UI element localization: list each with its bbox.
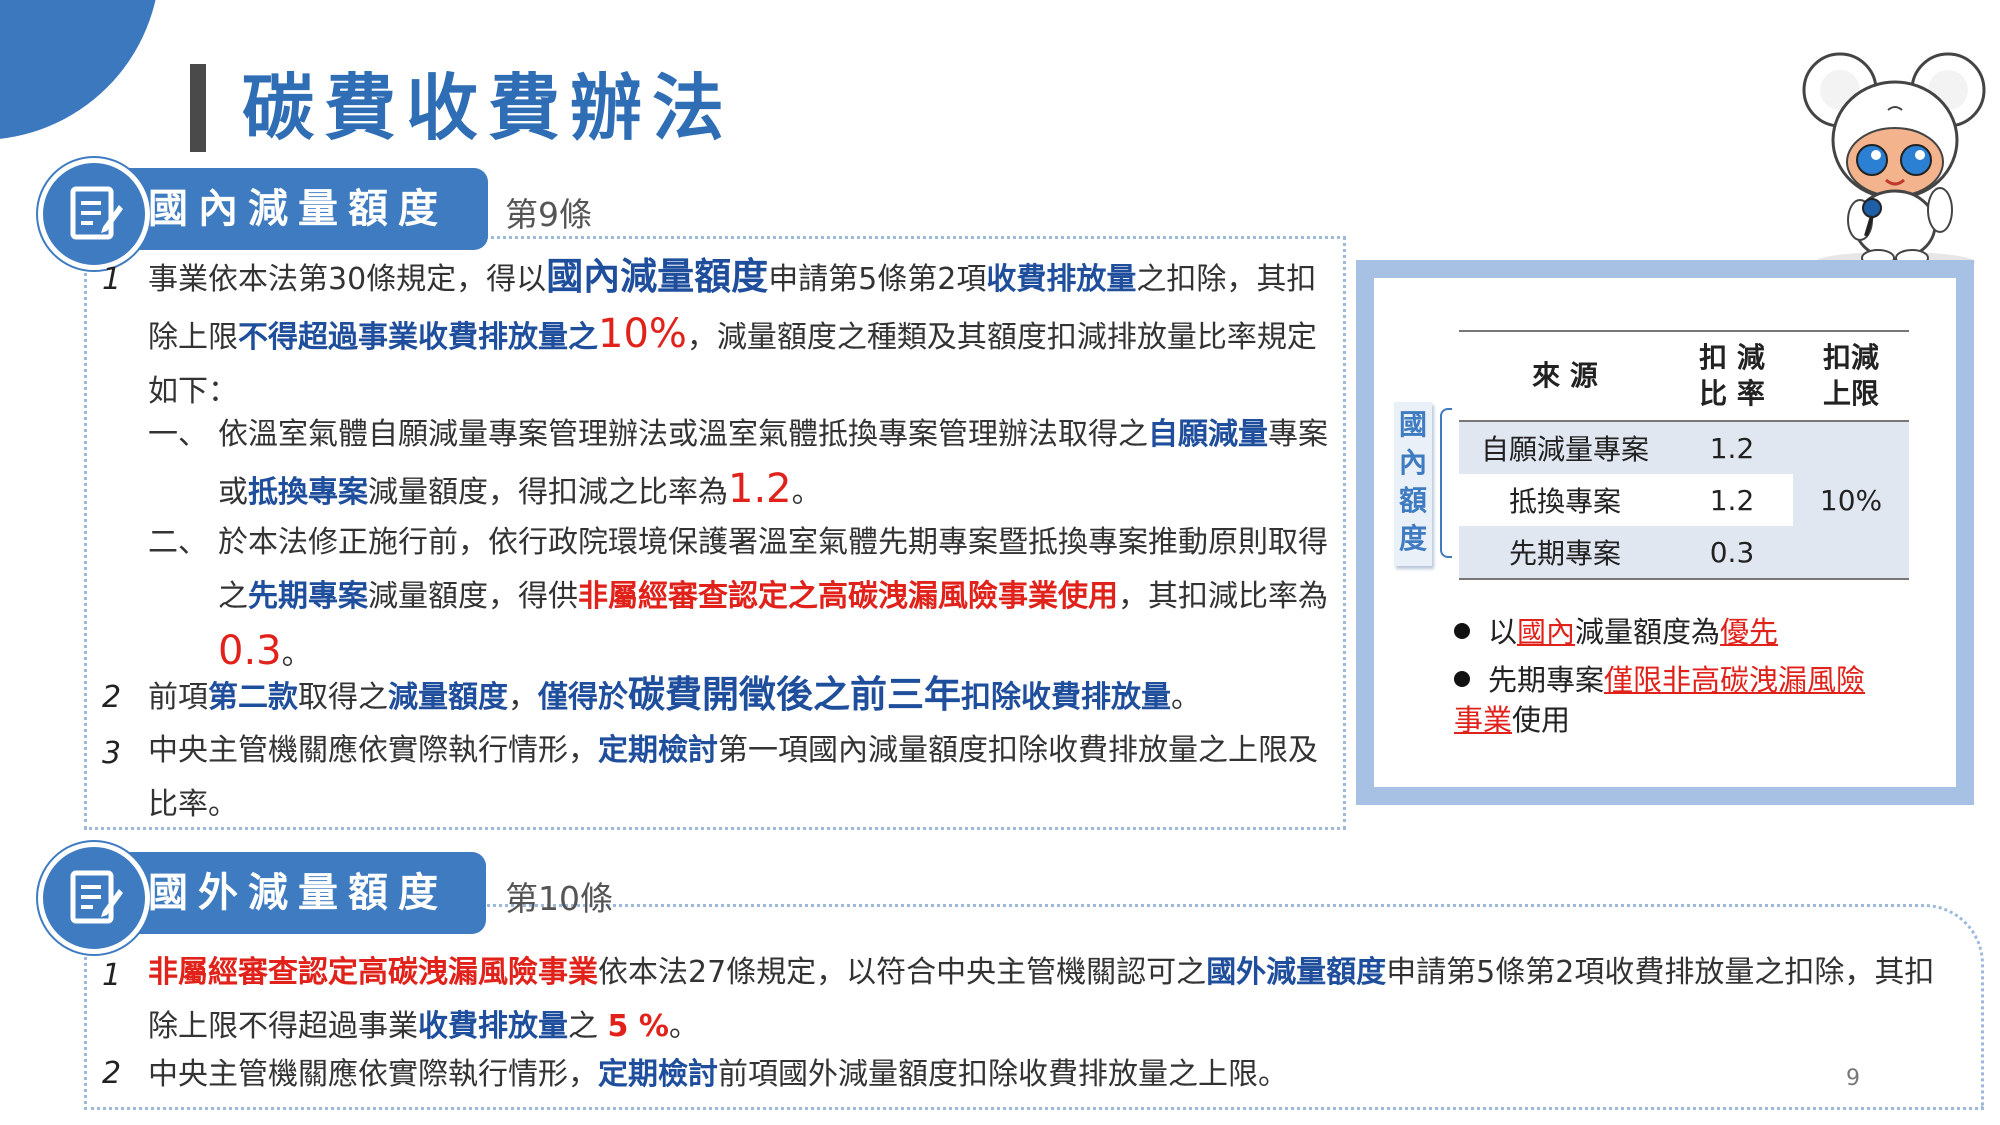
summary-panel-inner: 國內額度 來 源 扣 減 比 率 扣減 上限 自願減量專案 1.2 10% 抵換… xyxy=(1374,278,1956,787)
text: 中央主管機關應依實際執行情形， xyxy=(148,1057,598,1092)
text: 前項國外減量額度扣除收費排放量之上限。 xyxy=(718,1057,1288,1092)
cell-rate: 0.3 xyxy=(1671,526,1793,580)
header-rate: 扣 減 比 率 xyxy=(1671,330,1793,422)
text: 減量額度為 xyxy=(1575,615,1721,649)
underlined-red: 優先 xyxy=(1720,615,1779,649)
document-edit-icon xyxy=(70,186,123,240)
table-header-row: 來 源 扣 減 比 率 扣減 上限 xyxy=(1459,330,1909,422)
bullet-dot xyxy=(1454,623,1470,639)
section-icon-foreign xyxy=(38,842,150,954)
domestic-item-1: 依溫室氣體自願減量專案管理辦法或溫室氣體抵換專案管理辦法取得之自願減量專案或抵換… xyxy=(218,408,1328,520)
text: 先期專案 xyxy=(1488,663,1605,697)
text: 申請第5條第2項 xyxy=(768,262,987,297)
domestic-quota-label: 國內額度 xyxy=(1394,402,1432,566)
article-label-foreign: 第10條 xyxy=(505,879,613,918)
text: 中央主管機關應依實際執行情形， xyxy=(148,733,598,768)
item-number: 2 xyxy=(102,1056,122,1091)
table-row: 自願減量專案 1.2 10% xyxy=(1459,421,1909,580)
cell-rate: 1.2 xyxy=(1709,483,1755,517)
article-label-domestic: 第9條 xyxy=(505,195,592,234)
text: 前項 xyxy=(148,680,208,715)
list-mark: 一、 xyxy=(148,417,208,452)
text: 。 xyxy=(281,637,312,672)
cell-source: 先期專案 xyxy=(1459,526,1671,580)
domestic-paragraph-1: 事業依本法第30條規定，得以國內減量額度申請第5條第2項收費排放量之扣除，其扣除… xyxy=(148,250,1328,419)
emphasis-red: 10% xyxy=(598,311,687,357)
foreign-paragraph-1: 非屬經審查認定高碳洩漏風險事業依本法27條規定，以符合中央主管機關認可之國外減量… xyxy=(148,946,1948,1054)
domestic-item-2: 於本法修正施行前，依行政院環境保護署溫室氣體先期專案暨抵換專案推動原則取得之先期… xyxy=(218,516,1328,682)
document-edit-icon xyxy=(70,870,123,924)
emphasis: 僅得於 xyxy=(538,680,628,715)
corner-decoration xyxy=(0,0,160,140)
cell-cap: 10% xyxy=(1793,421,1909,580)
text: 事業依本法第30條規定，得以 xyxy=(148,262,547,297)
text: 以 xyxy=(1488,615,1518,649)
bullet-early-project: 先期專案僅限非高碳洩漏風險事業使用 xyxy=(1454,660,1874,740)
summary-panel: 國內額度 來 源 扣 減 比 率 扣減 上限 自願減量專案 1.2 10% 抵換… xyxy=(1356,260,1974,805)
emphasis: 抵換專案 xyxy=(248,475,368,510)
item-number: 1 xyxy=(102,958,122,993)
text: ，其扣減比率為 xyxy=(1118,579,1328,614)
deduction-table: 來 源 扣 減 比 率 扣減 上限 自願減量專案 1.2 10% 抵換專案 1.… xyxy=(1459,330,1909,580)
bracket xyxy=(1440,408,1452,558)
section-icon-domestic xyxy=(38,158,150,270)
emphasis: 第二款 xyxy=(208,680,298,715)
text: 依溫室氣體自願減量專案管理辦法或溫室氣體抵換專案管理辦法取得之 xyxy=(218,417,1148,452)
emphasis-red: 非屬經審查認定高碳洩漏風險事業 xyxy=(148,955,598,990)
list-mark: 二、 xyxy=(148,525,208,560)
item-number: 1 xyxy=(102,262,122,297)
text: 。 xyxy=(791,475,822,510)
emphasis: 國內減量額度 xyxy=(546,255,769,298)
emphasis-red: 非屬經審查認定之高碳洩漏風險事業使用 xyxy=(578,579,1118,614)
item-number: 2 xyxy=(102,680,122,715)
item-number: 3 xyxy=(102,736,122,771)
emphasis: 定期檢討 xyxy=(598,733,718,768)
text: 使用 xyxy=(1512,703,1571,737)
foreign-paragraph-2: 中央主管機關應依實際執行情形，定期檢討前項國外減量額度扣除收費排放量之上限。 xyxy=(148,1048,1798,1102)
page-number: 9 xyxy=(1846,1066,1860,1091)
emphasis: 扣除收費排放量 xyxy=(961,680,1171,715)
section-title-domestic: 國內減量額度 xyxy=(148,186,448,232)
text: 減量額度，得供 xyxy=(368,579,578,614)
domestic-paragraph-2: 前項第二款取得之減量額度，僅得於碳費開徵後之前三年扣除收費排放量。 xyxy=(148,668,1328,725)
cell-source: 抵換專案 xyxy=(1508,485,1621,518)
bullet-priority: 以國內減量額度為優先 xyxy=(1454,612,1778,652)
text: 。 xyxy=(668,1009,699,1044)
text: 取得之 xyxy=(298,680,388,715)
emphasis-red: 1.2 xyxy=(728,466,792,512)
text: ， xyxy=(508,680,538,715)
emphasis: 定期檢討 xyxy=(598,1057,718,1092)
domestic-paragraph-3: 中央主管機關應依實際執行情形，定期檢討第一項國內減量額度扣除收費排放量之上限及比… xyxy=(148,724,1328,832)
header-cap: 扣減 上限 xyxy=(1793,330,1909,422)
emphasis: 減量額度 xyxy=(388,680,508,715)
emphasis: 碳費開徵後之前三年 xyxy=(628,673,961,716)
page-title: 碳費收費辦法 xyxy=(242,66,735,150)
section-title-foreign: 國外減量額度 xyxy=(148,870,448,916)
underlined-red: 國內 xyxy=(1517,615,1576,649)
mascot xyxy=(1802,52,1986,272)
text: 減量額度，得扣減之比率為 xyxy=(368,475,728,510)
emphasis: 自願減量 xyxy=(1148,417,1268,452)
emphasis: 收費排放量 xyxy=(418,1009,568,1044)
text: 。 xyxy=(1171,680,1201,715)
title-accent-bar xyxy=(190,64,206,152)
text: 之 xyxy=(568,1009,608,1044)
emphasis: 國外減量額度 xyxy=(1206,955,1387,990)
bullet-dot xyxy=(1454,671,1470,687)
text: 依本法27條規定，以符合中央主管機關認可之 xyxy=(598,955,1207,990)
emphasis: 收費排放量 xyxy=(986,262,1137,297)
cell-rate: 1.2 xyxy=(1671,421,1793,474)
cell-source: 自願減量專案 xyxy=(1459,421,1671,474)
emphasis: 先期專案 xyxy=(248,579,368,614)
emphasis-red: 5 % xyxy=(607,1009,669,1044)
header-source: 來 源 xyxy=(1459,330,1671,422)
emphasis: 不得超過事業收費排放量之 xyxy=(238,320,598,355)
